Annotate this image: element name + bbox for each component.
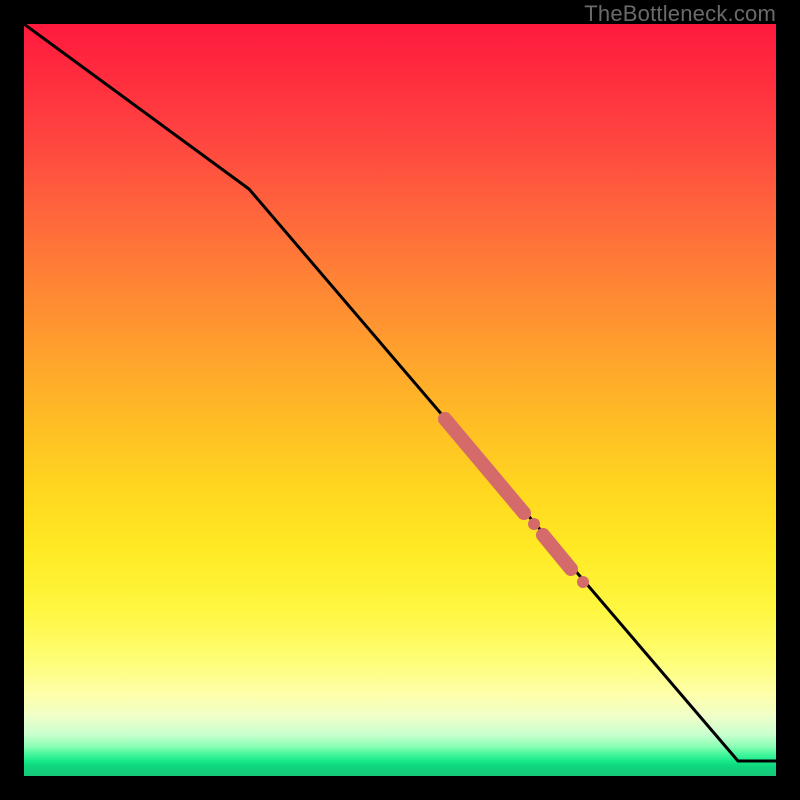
- plot-area: [24, 24, 776, 776]
- heat-gradient: [24, 24, 776, 776]
- chart-frame: TheBottleneck.com: [0, 0, 800, 800]
- watermark-label: TheBottleneck.com: [584, 1, 776, 27]
